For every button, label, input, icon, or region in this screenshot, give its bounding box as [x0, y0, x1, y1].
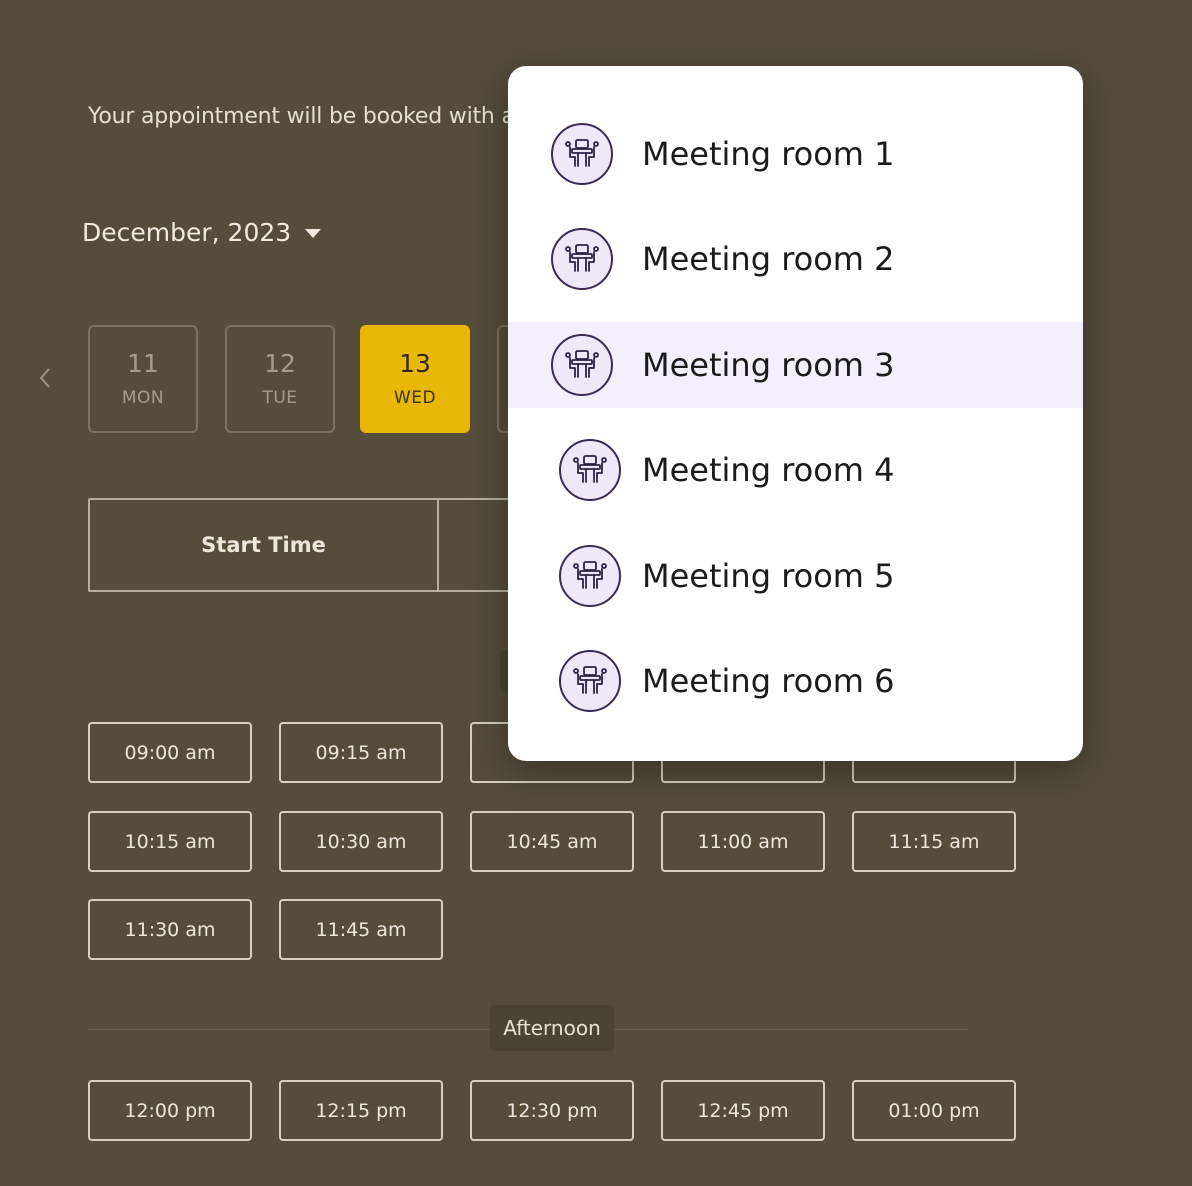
meeting-room-icon: [559, 545, 621, 607]
start-time-label[interactable]: Start Time: [90, 500, 437, 590]
chevron-left-icon: [39, 368, 50, 388]
time-slot[interactable]: 11:00 am: [661, 811, 825, 872]
month-picker[interactable]: December, 2023: [82, 218, 322, 247]
time-slot[interactable]: 09:00 am: [88, 722, 252, 783]
time-slot[interactable]: 12:45 pm: [661, 1080, 825, 1141]
time-slot[interactable]: 10:45 am: [470, 811, 634, 872]
time-slot[interactable]: 11:30 am: [88, 899, 252, 960]
room-option-6[interactable]: Meeting room 6: [508, 638, 1083, 724]
room-option-label: Meeting room 2: [642, 240, 895, 278]
time-range-header: Start Time: [88, 498, 548, 592]
time-slot[interactable]: 11:45 am: [279, 899, 443, 960]
booking-intro-text: Your appointment will be booked with a: [88, 104, 515, 129]
day-number: 13: [399, 348, 431, 378]
room-option-2[interactable]: Meeting room 2: [508, 216, 1083, 302]
day-of-week: MON: [121, 387, 165, 408]
time-slot[interactable]: 12:00 pm: [88, 1080, 252, 1141]
room-option-label: Meeting room 1: [642, 135, 895, 173]
day-11[interactable]: 11 MON: [88, 325, 198, 433]
meeting-room-icon: [551, 123, 613, 185]
room-option-label: Meeting room 4: [642, 451, 895, 489]
day-13-selected[interactable]: 13 WED: [360, 325, 470, 433]
month-label: December, 2023: [82, 218, 292, 247]
time-slot[interactable]: 10:30 am: [279, 811, 443, 872]
room-option-4[interactable]: Meeting room 4: [508, 427, 1083, 513]
room-option-label: Meeting room 6: [642, 662, 895, 700]
room-option-5[interactable]: Meeting room 5: [508, 533, 1083, 619]
day-of-week: WED: [393, 387, 437, 408]
time-slot[interactable]: 12:30 pm: [470, 1080, 634, 1141]
time-slot[interactable]: 12:15 pm: [279, 1080, 443, 1141]
day-of-week: TUE: [262, 387, 298, 408]
time-slot[interactable]: 01:00 pm: [852, 1080, 1016, 1141]
day-number: 11: [127, 348, 159, 378]
meeting-room-icon: [551, 228, 613, 290]
time-slot[interactable]: 10:15 am: [88, 811, 252, 872]
room-option-label: Meeting room 3: [642, 346, 895, 384]
day-12[interactable]: 12 TUE: [225, 325, 335, 433]
header-divider: [437, 500, 439, 590]
time-slot[interactable]: 09:15 am: [279, 722, 443, 783]
day-number: 12: [264, 348, 296, 378]
meeting-room-icon: [551, 334, 613, 396]
room-option-1[interactable]: Meeting room 1: [508, 111, 1083, 197]
room-option-3-highlighted[interactable]: Meeting room 3: [508, 322, 1083, 408]
meeting-room-dropdown: Meeting room 1 Meeting room 2 Meeting ro…: [508, 66, 1083, 761]
meeting-room-icon: [559, 439, 621, 501]
caret-down-icon: [305, 229, 322, 238]
afternoon-label: Afternoon: [490, 1005, 614, 1051]
room-option-label: Meeting room 5: [642, 557, 895, 595]
time-slot[interactable]: 11:15 am: [852, 811, 1016, 872]
prev-week-button[interactable]: [34, 362, 56, 394]
meeting-room-icon: [559, 650, 621, 712]
